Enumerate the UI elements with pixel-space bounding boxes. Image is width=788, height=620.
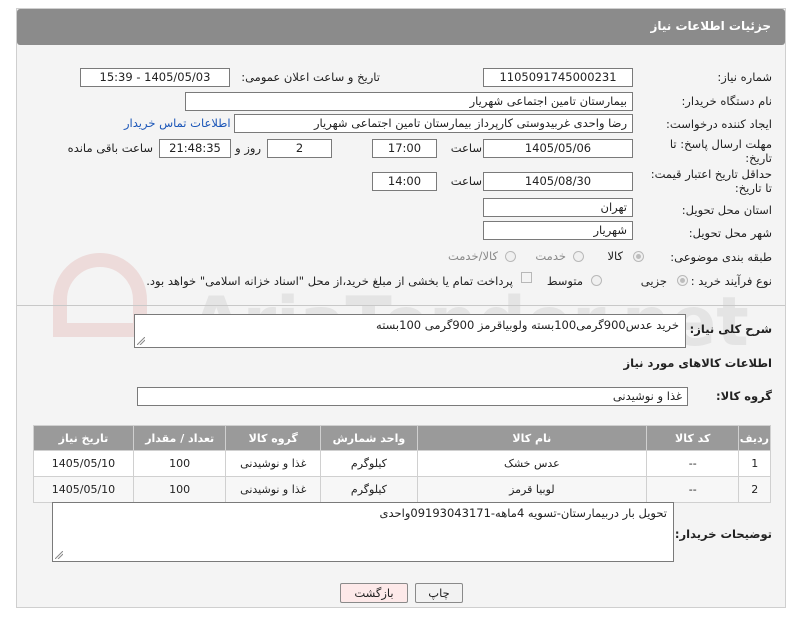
process-radio-minor[interactable] [677,275,688,286]
deadline-label-line2: تاریخ: [745,151,772,165]
cell-group: غذا و نوشیدنی [225,476,322,503]
category-radio-goods-service[interactable] [505,251,516,262]
resize-grip-icon[interactable] [137,337,145,345]
announce-datetime-label: تاریخ و ساعت اعلان عمومی: [241,70,380,84]
cell-row-number: 1 [738,450,771,477]
col-header-date: تاریخ نیاز [33,425,134,451]
section-divider [17,305,785,306]
cell-quantity: 100 [132,476,227,503]
province-label: استان محل تحویل: [681,203,772,217]
cell-name: لوبیا قرمز [416,476,647,503]
cell-unit: کیلوگرم [320,450,418,477]
category-option-goods: کالا [607,249,623,263]
col-header-row: ردیف [738,425,771,451]
deadline-date-field: 1405/05/06 [483,139,633,158]
col-header-quantity: تعداد / مقدار [132,425,227,451]
buyer-contact-link[interactable]: اطلاعات تماس خریدار [124,116,231,130]
requester-field: رضا واحدی غربیدوستی کارپرداز بیمارستان ت… [234,114,633,133]
process-label: نوع فرآیند خرید : [690,274,772,288]
buyer-org-field: بیمارستان تامین اجتماعی شهریار [185,92,633,111]
need-number-label: شماره نیاز: [717,70,772,84]
page-title: جزئیات اطلاعات نیاز [650,19,771,33]
days-field: 2 [267,139,332,158]
table-row: 2 -- لوبیا قرمز کیلوگرم غذا و نوشیدنی 10… [33,476,771,503]
price-validity-date-field: 1405/08/30 [483,172,633,191]
back-button[interactable]: بازگشت [340,583,408,603]
category-radio-service[interactable] [573,251,584,262]
cell-quantity: 100 [132,450,227,477]
buyer-notes-textarea[interactable]: تحویل بار دربیمارستان-تسویه 4ماهه-091930… [52,502,674,562]
deadline-time-label: ساعت [450,141,482,155]
goods-table: ردیف کد کالا نام کالا واحد شمارش گروه کا… [33,425,771,503]
category-radio-goods[interactable] [633,251,644,262]
cell-unit: کیلوگرم [320,476,418,503]
process-option-medium: متوسط [546,274,583,288]
col-header-group: گروه کالا [225,425,322,451]
treasury-checkbox[interactable] [521,272,532,283]
description-label: شرح کلی نیاز: [689,322,772,336]
process-radio-medium[interactable] [591,275,602,286]
city-field: شهریار [483,221,633,240]
cell-code: -- [645,476,740,503]
price-validity-time-field: 14:00 [372,172,437,191]
cell-name: عدس خشک [416,450,647,477]
goods-group-label: گروه کالا: [716,389,772,403]
remaining-time-field: 21:48:35 [159,139,231,158]
need-number-field: 1105091745000231 [483,68,633,87]
price-validity-label-line1: حداقل تاریخ اعتبار قیمت: [650,167,772,181]
cell-date: 1405/05/10 [33,450,134,477]
goods-info-title: اطلاعات کالاهای مورد نیاز [623,356,772,370]
cell-row-number: 2 [738,476,771,503]
category-option-goods-service: کالا/خدمت [447,249,498,263]
description-textarea[interactable]: خرید عدس900گرمی100بسته ولوبیاقرمز 900گرم… [134,314,686,348]
days-label: روز و [235,141,261,155]
buyer-notes-text: تحویل بار دربیمارستان-تسویه 4ماهه-091930… [379,506,668,520]
price-validity-label-line2: تا تاریخ: [734,181,772,195]
page-header: جزئیات اطلاعات نیاز [17,9,785,45]
announce-datetime-field: 1405/05/03 - 15:39 [80,68,230,87]
goods-table-header: ردیف کد کالا نام کالا واحد شمارش گروه کا… [33,425,771,451]
cell-group: غذا و نوشیدنی [225,450,322,477]
resize-grip-icon[interactable] [55,551,63,559]
description-text: خرید عدس900گرمی100بسته ولوبیاقرمز 900گرم… [376,318,679,332]
deadline-time-field: 17:00 [372,139,437,158]
process-option-minor: جزیی [640,274,667,288]
goods-group-field: غذا و نوشیدنی [137,387,688,406]
requester-label: ایجاد کننده درخواست: [666,117,772,131]
buyer-org-label: نام دستگاه خریدار: [681,94,772,108]
print-button[interactable]: چاپ [415,583,463,603]
city-label: شهر محل تحویل: [688,226,772,240]
buyer-notes-label: توضیحات خریدار: [674,527,772,541]
col-header-code: کد کالا [645,425,740,451]
deadline-label-line1: مهلت ارسال پاسخ: تا [669,137,772,151]
col-header-unit: واحد شمارش [320,425,418,451]
treasury-checkbox-label: پرداخت تمام یا بخشی از مبلغ خرید،از محل … [146,274,513,288]
cell-code: -- [645,450,740,477]
remaining-label: ساعت باقی مانده [67,141,153,155]
table-row: 1 -- عدس خشک کیلوگرم غذا و نوشیدنی 100 1… [33,450,771,477]
price-validity-time-label: ساعت [450,174,482,188]
category-option-service: خدمت [535,249,566,263]
cell-date: 1405/05/10 [33,476,134,503]
category-label: طبقه بندی موضوعی: [670,250,772,264]
col-header-name: نام کالا [416,425,647,451]
province-field: تهران [483,198,633,217]
